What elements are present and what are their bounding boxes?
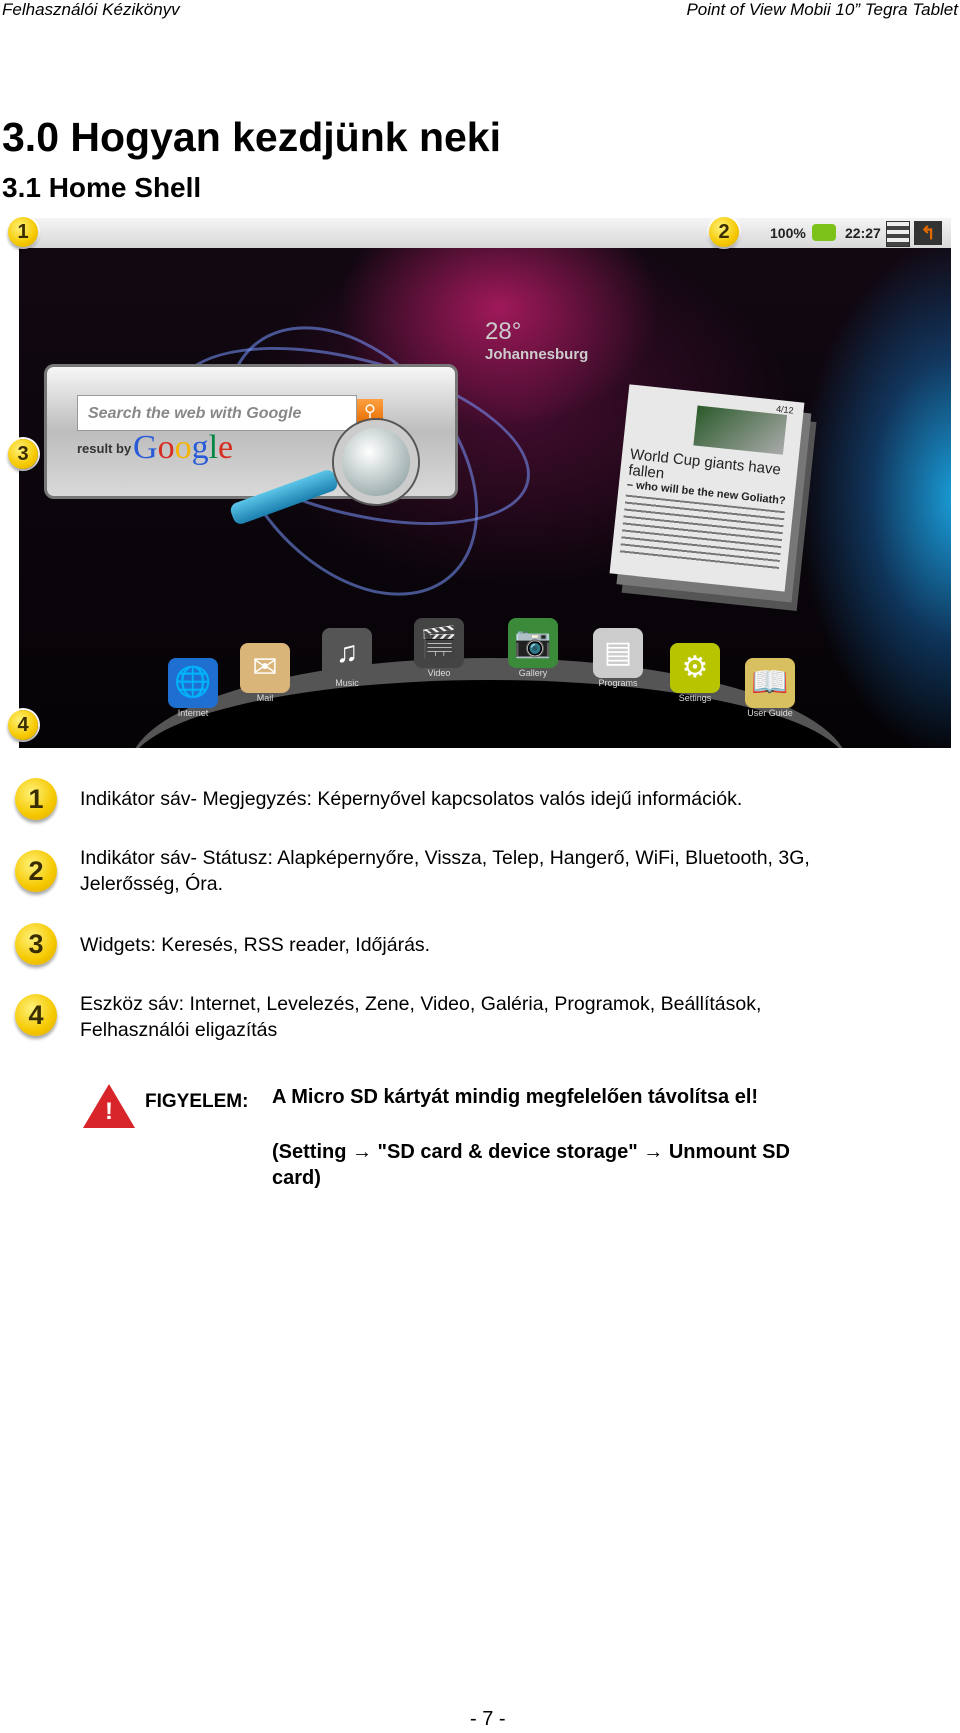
dock-item-mail[interactable]: ✉ Mail	[225, 643, 305, 703]
callout-badge-4: 4	[8, 710, 38, 740]
dock-item-music[interactable]: ♫ Music	[307, 628, 387, 688]
item-line: Eszköz sáv: Internet, Levelezés, Zene, V…	[80, 993, 762, 1015]
item-2-text: Indikátor sáv- Státusz: Alapképernyőre, …	[80, 845, 810, 897]
mail-icon: ✉	[240, 643, 290, 693]
dock-label: Internet	[177, 708, 209, 718]
google-logo: Google	[133, 429, 234, 466]
battery-icon	[812, 224, 836, 241]
dock-label: Music	[335, 678, 359, 688]
dock-label: Programs	[598, 678, 638, 688]
dock-label: Gallery	[518, 668, 548, 678]
warning-path: (Setting → "SD card & device storage" → …	[272, 1139, 790, 1191]
news-body-lines	[619, 494, 785, 571]
clock: 22:27	[845, 225, 881, 241]
indicator-bar: 100% 22:27 ↰	[19, 218, 951, 249]
dock-item-video[interactable]: 🎬 Video	[399, 618, 479, 678]
warning-path-line: (Setting → "SD card & device storage" → …	[272, 1141, 790, 1163]
dock-label: Mail	[256, 693, 274, 703]
result-by-label: result by	[77, 441, 132, 456]
warning-text: A Micro SD kártyát mindig megfelelően tá…	[272, 1086, 759, 1108]
page-number: - 7 -	[470, 1708, 506, 1730]
item-badge-4: 4	[15, 994, 57, 1036]
item-badge-1: 1	[15, 778, 57, 820]
warning-label: FIGYELEM:	[145, 1091, 249, 1112]
book-icon: 📖	[745, 658, 795, 708]
weather-city: Johannesburg	[485, 346, 589, 363]
item-3-text: Widgets: Keresés, RSS reader, Időjárás.	[80, 932, 430, 958]
item-line: Felhasználói eligazítás	[80, 1019, 278, 1041]
news-photo	[693, 405, 788, 455]
gear-icon: ⚙	[670, 643, 720, 693]
news-page: 4/12	[775, 403, 795, 416]
page-title: 3.0 Hogyan kezdjünk neki	[2, 114, 501, 160]
dock-item-settings[interactable]: ⚙ Settings	[655, 643, 735, 703]
programs-icon: ▤	[593, 628, 643, 678]
home-screen: 28° Johannesburg Search the web with Goo…	[19, 248, 951, 748]
video-icon: 🎬	[414, 618, 464, 668]
music-icon: ♫	[322, 628, 372, 678]
dock-label: User Guide	[747, 708, 793, 718]
item-1-text: Indikátor sáv- Megjegyzés: Képernyővel k…	[80, 786, 742, 812]
section-title: 3.1 Home Shell	[2, 172, 202, 203]
warning-path-line: card)	[272, 1167, 321, 1189]
rss-news-widget[interactable]: 4/12 World Cup giants have fallen – who …	[609, 384, 805, 592]
dock-item-user-guide[interactable]: 📖 User Guide	[730, 658, 810, 718]
item-line: Jelerősség, Óra.	[80, 873, 224, 895]
globe-icon: 🌐	[168, 658, 218, 708]
battery-percent: 100%	[770, 225, 806, 241]
back-icon: ↰	[914, 221, 942, 245]
magnifier-icon	[334, 420, 418, 504]
item-badge-3: 3	[15, 923, 57, 965]
callout-badge-1: 1	[8, 217, 38, 247]
header-right: Point of View Mobii 10” Tegra Tablet	[686, 0, 958, 19]
menu-icon	[886, 221, 910, 247]
weather-widget: 28° Johannesburg	[485, 318, 588, 363]
callout-badge-3: 3	[8, 439, 38, 469]
camera-icon: 📷	[508, 618, 558, 668]
warning-exclamation: !	[105, 1098, 113, 1125]
callout-badge-2: 2	[709, 217, 739, 247]
dock-item-internet[interactable]: 🌐 Internet	[153, 658, 233, 718]
dock-item-gallery[interactable]: 📷 Gallery	[493, 618, 573, 678]
item-badge-2: 2	[15, 850, 57, 892]
item-line: Indikátor sáv- Megjegyzés: Képernyővel k…	[80, 788, 743, 810]
dock-item-programs[interactable]: ▤ Programs	[578, 628, 658, 688]
item-line: Widgets: Keresés, RSS reader, Időjárás.	[80, 934, 431, 956]
item-4-text: Eszköz sáv: Internet, Levelezés, Zene, V…	[80, 991, 761, 1043]
search-input-frame: ⚲	[77, 395, 383, 431]
dock-label: Video	[427, 668, 451, 678]
weather-temp: 28°	[485, 318, 522, 345]
home-shell-screenshot: 100% 22:27 ↰ 28° Johannesburg Search the…	[19, 218, 951, 748]
header-left: Felhasználói Kézikönyv	[2, 0, 180, 19]
dock-label: Settings	[678, 693, 712, 703]
item-line: Indikátor sáv- Státusz: Alapképernyőre, …	[80, 847, 810, 869]
